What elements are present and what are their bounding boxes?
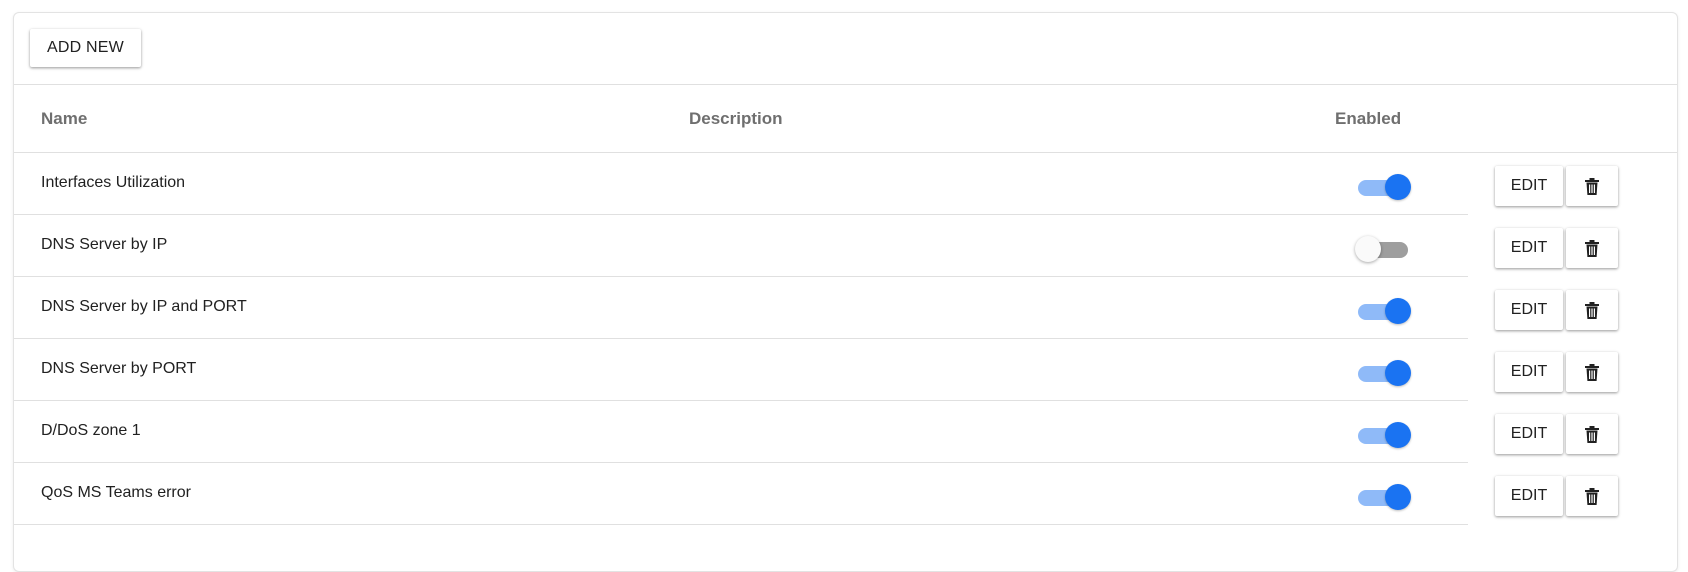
edit-button[interactable]: EDIT: [1495, 166, 1563, 206]
delete-button[interactable]: [1566, 166, 1618, 206]
enabled-toggle[interactable]: [1355, 295, 1413, 325]
trash-icon: [1585, 177, 1599, 195]
edit-button[interactable]: EDIT: [1495, 228, 1563, 268]
row-name: QoS MS Teams error: [41, 484, 191, 501]
row-divider: [14, 524, 1468, 525]
enabled-toggle[interactable]: [1355, 481, 1413, 511]
rules-panel: ADD NEW Name Description Enabled Interfa…: [13, 12, 1678, 572]
delete-button[interactable]: [1566, 228, 1618, 268]
table-row: DNS Server by IP EDIT: [14, 215, 1677, 277]
enabled-toggle[interactable]: [1355, 357, 1413, 387]
table-row: Interfaces Utilization EDIT: [14, 153, 1677, 215]
toggle-thumb: [1385, 298, 1411, 324]
delete-button[interactable]: [1566, 414, 1618, 454]
edit-button[interactable]: EDIT: [1495, 352, 1563, 392]
row-name: DNS Server by PORT: [41, 360, 197, 377]
toggle-thumb: [1385, 484, 1411, 510]
enabled-toggle[interactable]: [1355, 233, 1413, 263]
row-name: DNS Server by IP: [41, 236, 168, 253]
toggle-thumb: [1385, 360, 1411, 386]
toolbar: ADD NEW: [14, 13, 1677, 85]
trash-icon: [1585, 425, 1599, 443]
column-header-enabled[interactable]: Enabled: [1335, 109, 1401, 129]
column-header-name[interactable]: Name: [41, 109, 87, 129]
column-header-description[interactable]: Description: [689, 109, 783, 129]
edit-button[interactable]: EDIT: [1495, 290, 1563, 330]
trash-icon: [1585, 239, 1599, 257]
table-row: QoS MS Teams error EDIT: [14, 463, 1677, 525]
toggle-thumb: [1385, 422, 1411, 448]
table-row: DNS Server by IP and PORT EDIT: [14, 277, 1677, 339]
table-header: Name Description Enabled: [14, 85, 1677, 153]
enabled-toggle[interactable]: [1355, 419, 1413, 449]
enabled-toggle[interactable]: [1355, 171, 1413, 201]
table-row: D/DoS zone 1 EDIT: [14, 401, 1677, 463]
delete-button[interactable]: [1566, 476, 1618, 516]
add-new-button[interactable]: ADD NEW: [30, 29, 141, 67]
trash-icon: [1585, 301, 1599, 319]
toggle-thumb: [1385, 174, 1411, 200]
row-name: DNS Server by IP and PORT: [41, 298, 247, 315]
delete-button[interactable]: [1566, 290, 1618, 330]
row-name: D/DoS zone 1: [41, 422, 141, 439]
toggle-thumb: [1355, 236, 1381, 262]
delete-button[interactable]: [1566, 352, 1618, 392]
table-row: DNS Server by PORT EDIT: [14, 339, 1677, 401]
edit-button[interactable]: EDIT: [1495, 414, 1563, 454]
row-name: Interfaces Utilization: [41, 174, 186, 191]
edit-button[interactable]: EDIT: [1495, 476, 1563, 516]
table-body: Interfaces Utilization EDIT DNS Server b…: [14, 153, 1677, 525]
trash-icon: [1585, 487, 1599, 505]
trash-icon: [1585, 363, 1599, 381]
